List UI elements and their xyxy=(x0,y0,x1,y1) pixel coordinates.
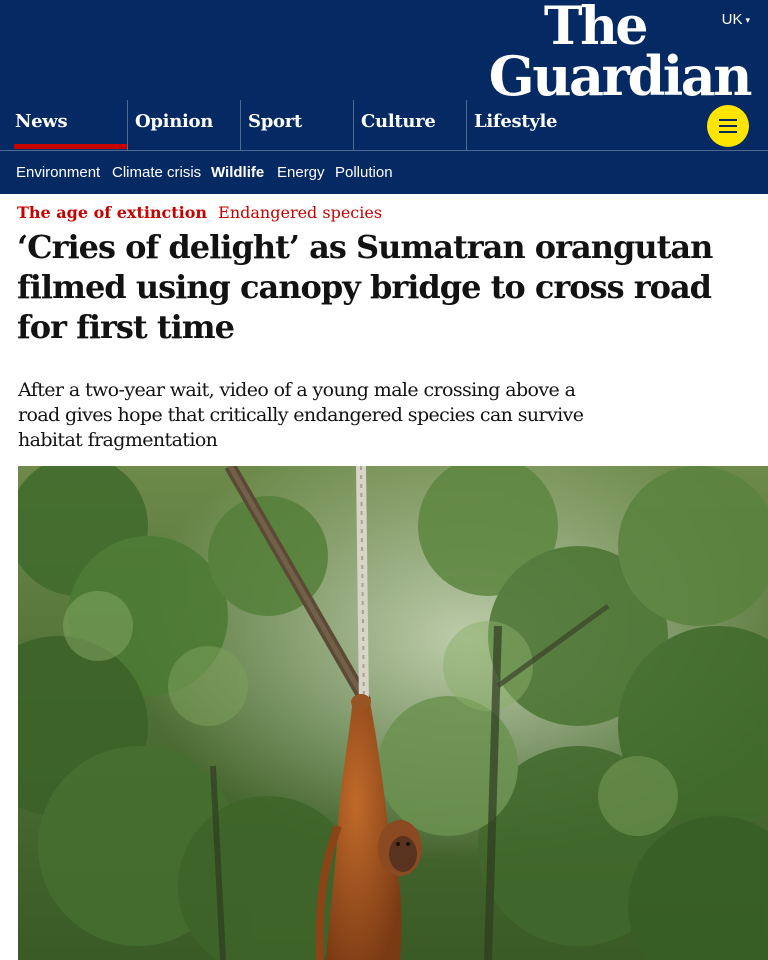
sub-nav: Environment Climate crisis Wildlife Ener… xyxy=(0,150,768,194)
subnav-item-energy[interactable]: Energy xyxy=(277,164,325,181)
logo-line-2: Guardian xyxy=(488,44,753,108)
divider xyxy=(127,100,128,150)
article-headline: ‘Cries of delight’ as Sumatran orangutan… xyxy=(17,228,713,346)
article-standfirst: After a two-year wait, video of a young … xyxy=(18,379,584,451)
subnav-item-pollution[interactable]: Pollution xyxy=(335,164,393,181)
pillar-sport[interactable]: Sport xyxy=(248,100,302,150)
series-link[interactable]: The age of extinction xyxy=(17,203,207,222)
subnav-item-wildlife[interactable]: Wildlife xyxy=(211,164,264,181)
pillar-opinion[interactable]: Opinion xyxy=(135,100,213,150)
divider xyxy=(466,100,467,150)
pillar-news[interactable]: News xyxy=(15,100,68,150)
article-main-image[interactable] xyxy=(18,466,768,960)
subnav-item-environment[interactable]: Environment xyxy=(16,164,100,181)
pillar-culture[interactable]: Culture xyxy=(361,100,436,150)
subnav-item-climate-crisis[interactable]: Climate crisis xyxy=(112,164,201,181)
orangutan-photo xyxy=(18,466,768,960)
guardian-logo[interactable]: The Guardian xyxy=(488,1,753,108)
article-kicker: The age of extinction Endangered species xyxy=(17,203,382,222)
hamburger-menu-icon[interactable] xyxy=(707,105,749,147)
tag-link[interactable]: Endangered species xyxy=(218,203,382,222)
pillar-nav: News Opinion Sport Culture Lifestyle xyxy=(0,100,768,150)
active-pillar-indicator xyxy=(14,144,128,149)
masthead: UK ▾ The Guardian News Opinion Sport Cul… xyxy=(0,0,768,150)
divider xyxy=(353,100,354,150)
divider xyxy=(240,100,241,150)
pillar-lifestyle[interactable]: Lifestyle xyxy=(474,100,557,150)
